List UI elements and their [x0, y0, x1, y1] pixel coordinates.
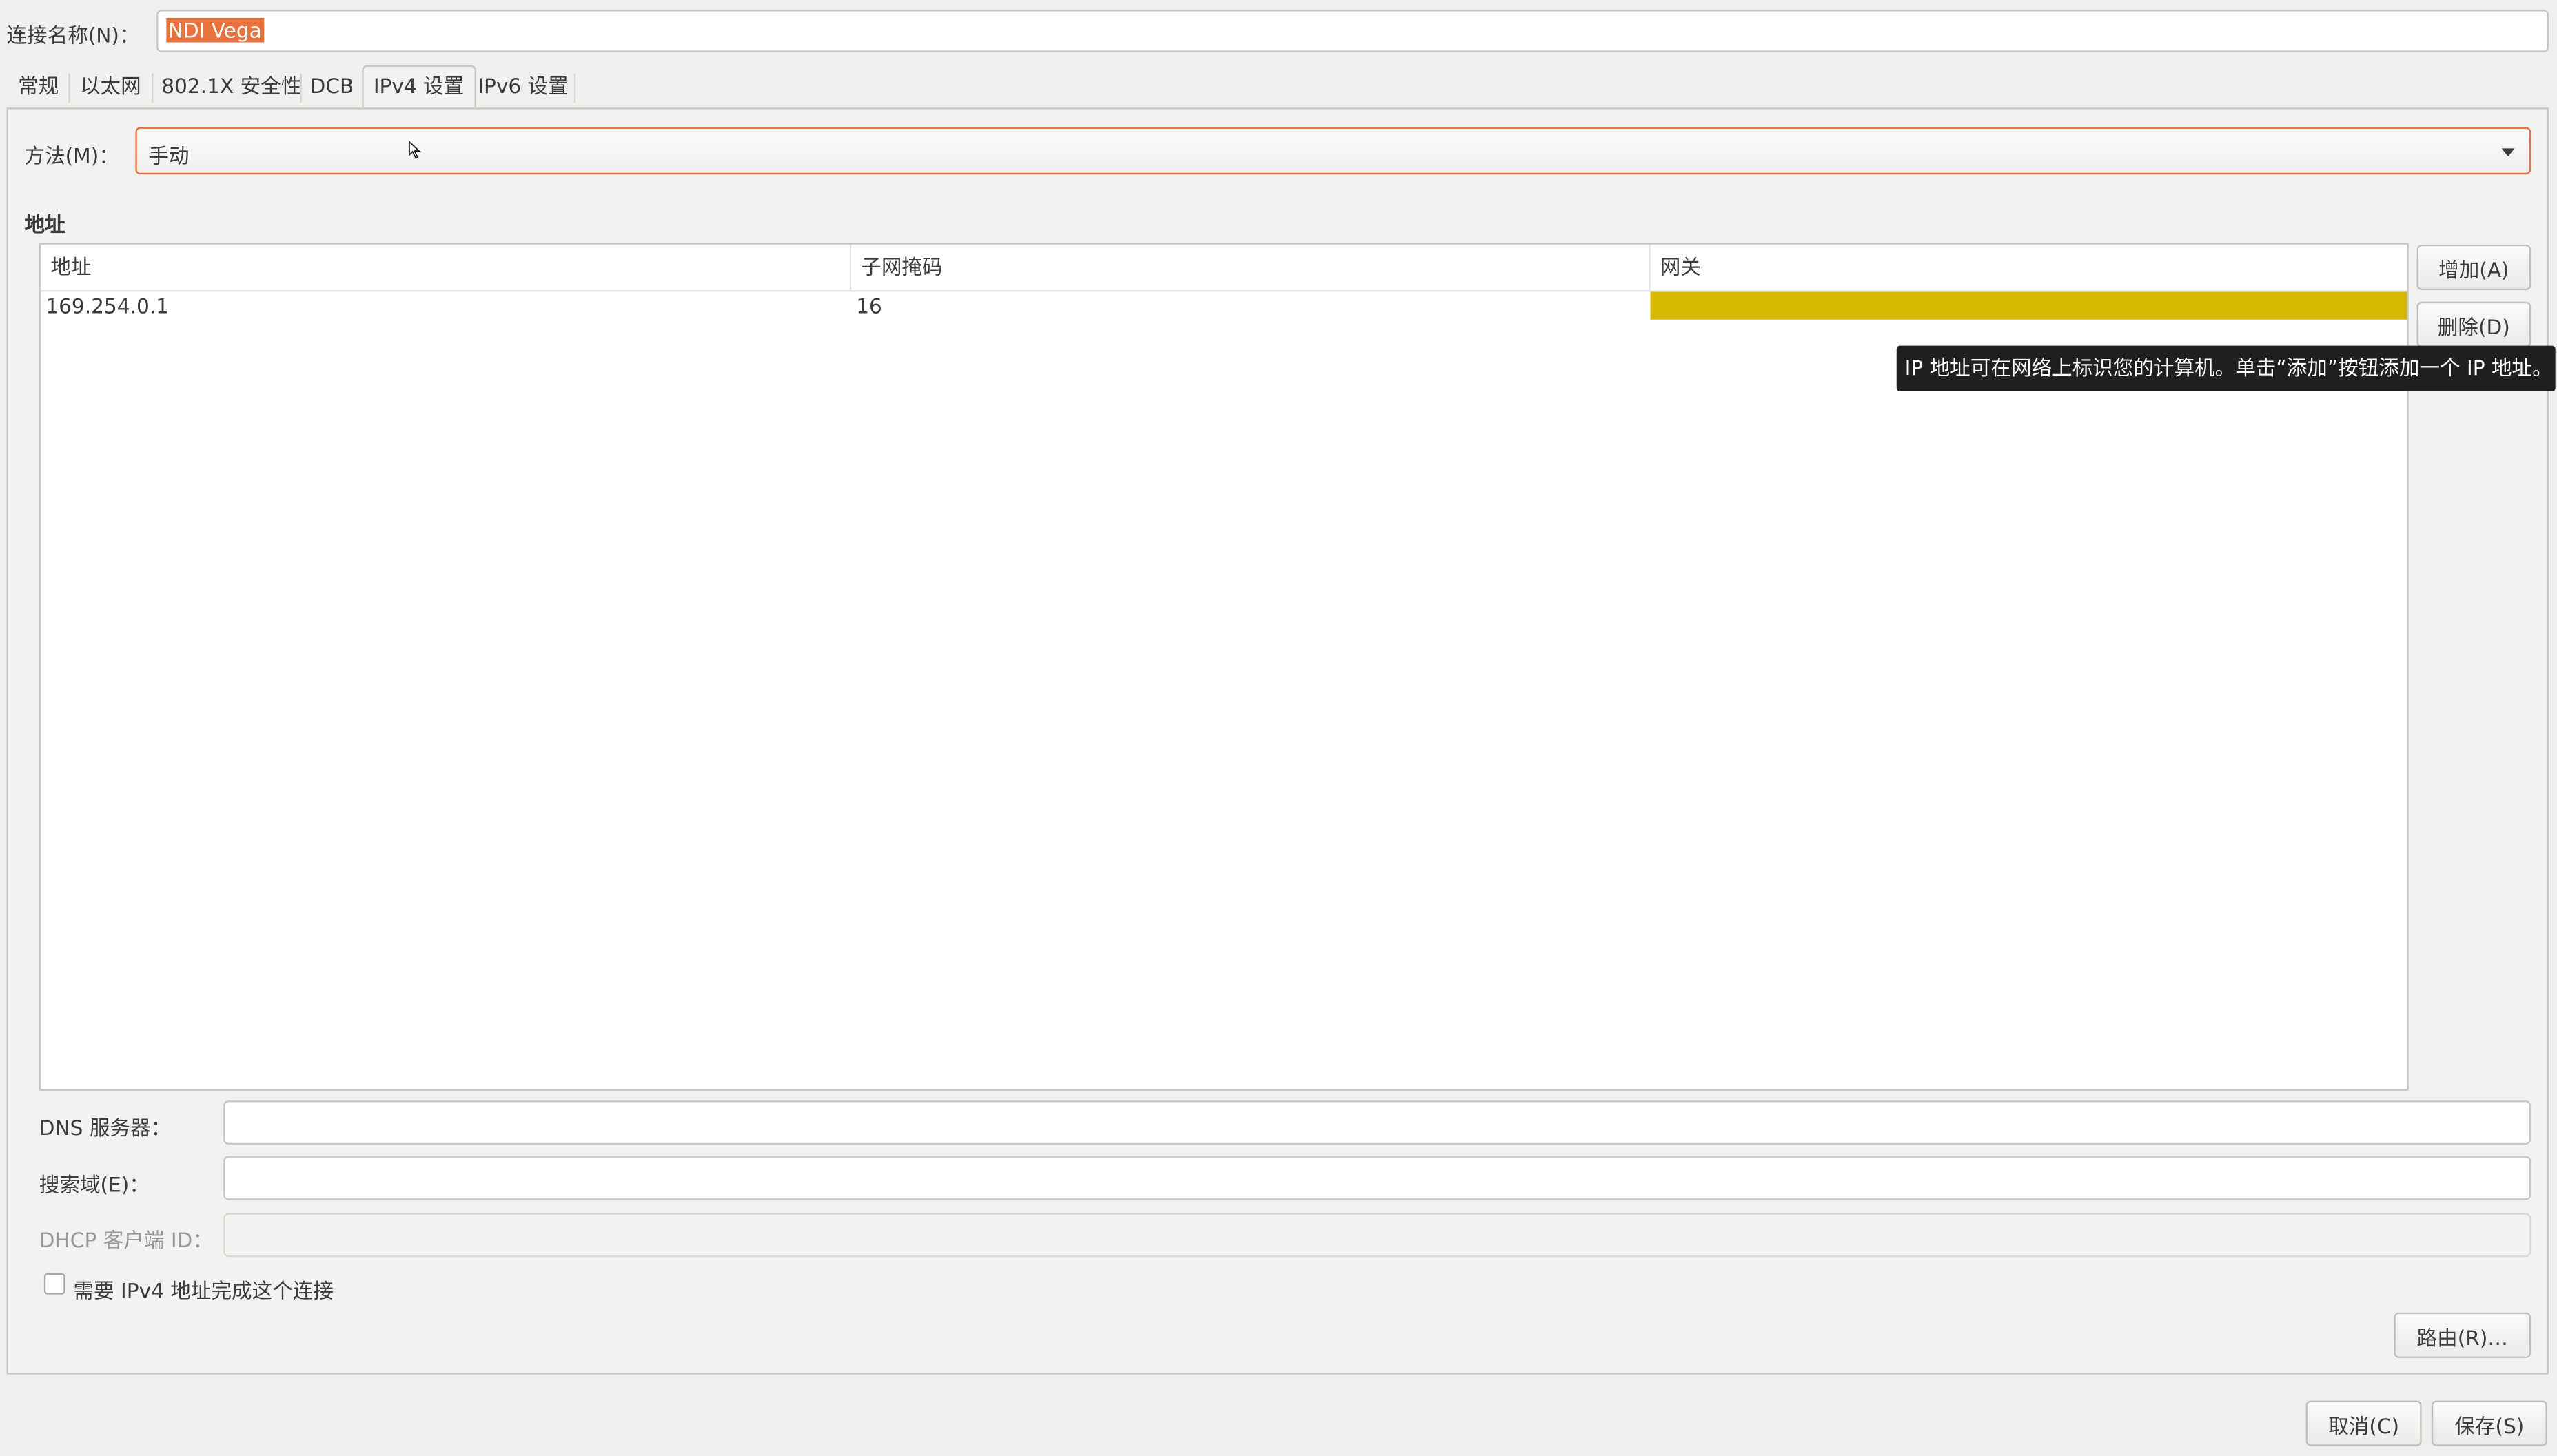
- row-address-cell[interactable]: 169.254.0.1: [45, 292, 169, 322]
- connection-name-value: NDI Vega: [166, 18, 264, 43]
- tab-ipv6-settings[interactable]: IPv6 设置: [468, 67, 578, 106]
- search-domains-label: 搜索域(E)：: [39, 1172, 150, 1197]
- addresses-heading: 地址: [24, 212, 65, 237]
- mouse-cursor-icon: [408, 140, 421, 159]
- column-header-gateway[interactable]: 网关: [1650, 245, 2407, 290]
- column-header-netmask[interactable]: 子网掩码: [851, 244, 1651, 291]
- save-button[interactable]: 保存(S): [2431, 1400, 2547, 1446]
- chevron-down-icon: [2501, 148, 2515, 157]
- tooltip: IP 地址可在网络上标识您的计算机。单击“添加”按钮添加一个 IP 地址。: [1896, 345, 2556, 391]
- row-netmask-cell[interactable]: 16: [856, 292, 882, 322]
- table-header: 地址 子网掩码 网关: [41, 244, 2407, 292]
- connection-name-label: 连接名称(N)：: [6, 23, 140, 48]
- dns-servers-input[interactable]: [223, 1100, 2531, 1145]
- column-header-address[interactable]: 地址: [41, 244, 852, 291]
- connection-name-input[interactable]: NDI Vega: [156, 10, 2549, 52]
- tab-dcb[interactable]: DCB: [300, 67, 363, 106]
- row-gateway-cell-editing[interactable]: [1650, 291, 2407, 320]
- method-dropdown[interactable]: 手动: [135, 127, 2531, 175]
- tab-ethernet[interactable]: 以太网: [70, 67, 151, 106]
- require-ipv4-checkbox[interactable]: [43, 1273, 65, 1295]
- dhcp-client-id-input: [223, 1213, 2531, 1258]
- tab-separator: [573, 73, 576, 103]
- dns-servers-label: DNS 服务器：: [39, 1115, 172, 1140]
- method-label: 方法(M)：: [24, 143, 119, 168]
- tab-8021x-security[interactable]: 802.1X 安全性: [152, 67, 311, 106]
- cancel-button[interactable]: 取消(C): [2305, 1400, 2422, 1446]
- routes-button[interactable]: 路由(R)…: [2394, 1312, 2531, 1358]
- tab-ipv4-settings[interactable]: IPv4 设置: [362, 65, 476, 108]
- add-address-button[interactable]: 增加(A): [2416, 244, 2531, 291]
- connection-editor-window: 连接名称(N)： NDI Vega 常规 以太网 802.1X 安全性 DCB …: [0, 0, 2557, 1456]
- require-ipv4-label[interactable]: 需要 IPv4 地址完成这个连接: [73, 1273, 333, 1304]
- dhcp-client-id-label: DHCP 客户端 ID：: [39, 1227, 213, 1253]
- search-domains-input[interactable]: [223, 1156, 2531, 1200]
- tab-general[interactable]: 常规: [8, 67, 69, 106]
- method-value: 手动: [148, 143, 190, 168]
- delete-address-button[interactable]: 删除(D): [2416, 301, 2531, 347]
